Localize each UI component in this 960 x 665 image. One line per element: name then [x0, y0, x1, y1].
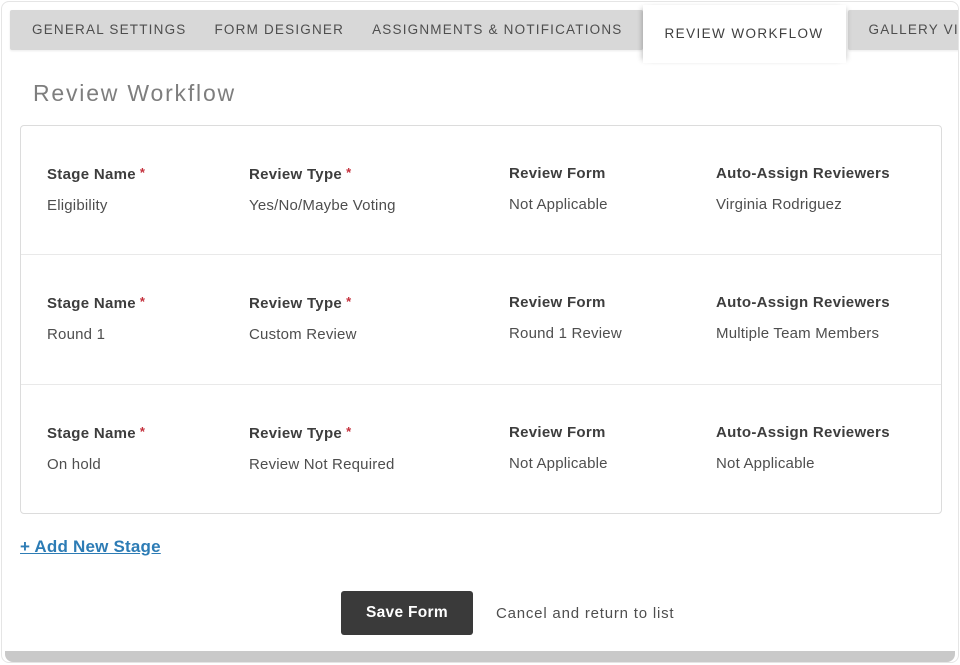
- app-window: GENERAL SETTINGS FORM DESIGNER ASSIGNMEN…: [1, 1, 959, 663]
- stage-row-2: Stage Name * Round 1 Review Type * Custom …: [21, 254, 941, 383]
- required-marker: *: [346, 294, 351, 309]
- page-title: Review Workflow: [33, 80, 236, 107]
- review-type-label: Review Type: [249, 425, 342, 442]
- tab-assignments-notifications[interactable]: ASSIGNMENTS & NOTIFICATIONS: [358, 10, 636, 50]
- auto-assign-value: Multiple Team Members: [716, 325, 931, 342]
- stage-name-field: Stage Name * On hold: [47, 424, 249, 513]
- review-type-value: Yes/No/Maybe Voting: [249, 197, 509, 214]
- auto-assign-label: Auto-Assign Reviewers: [716, 294, 931, 311]
- stage-name-label: Stage Name: [47, 295, 136, 312]
- tab-form-designer[interactable]: FORM DESIGNER: [200, 10, 358, 50]
- stage-name-label: Stage Name: [47, 425, 136, 442]
- auto-assign-field: Auto-Assign Reviewers Virginia Rodriguez: [716, 165, 931, 254]
- stage-row-3: Stage Name * On hold Review Type * Review …: [21, 384, 941, 513]
- review-form-label: Review Form: [509, 424, 716, 441]
- review-type-value: Custom Review: [249, 326, 509, 343]
- stage-name-value: On hold: [47, 456, 249, 473]
- tab-gallery-view[interactable]: GALLERY VIEW: [848, 10, 959, 50]
- required-marker: *: [346, 165, 351, 180]
- add-new-stage-link[interactable]: + Add New Stage: [20, 537, 161, 557]
- stages-panel: Stage Name * Eligibility Review Type * Yes…: [20, 125, 942, 514]
- required-marker: *: [346, 424, 351, 439]
- review-form-field: Review Form Not Applicable: [509, 165, 716, 254]
- auto-assign-field: Auto-Assign Reviewers Not Applicable: [716, 424, 931, 513]
- stage-row-1: Stage Name * Eligibility Review Type * Yes…: [21, 126, 941, 254]
- form-actions: Save Form Cancel and return to list: [341, 591, 674, 635]
- required-marker: *: [140, 424, 145, 439]
- review-form-value: Not Applicable: [509, 196, 716, 213]
- cancel-return-link[interactable]: Cancel and return to list: [496, 605, 674, 622]
- auto-assign-label: Auto-Assign Reviewers: [716, 165, 931, 182]
- review-type-field: Review Type * Custom Review: [249, 294, 509, 383]
- save-form-button[interactable]: Save Form: [341, 591, 473, 635]
- review-type-label: Review Type: [249, 166, 342, 183]
- review-form-field: Review Form Round 1 Review: [509, 294, 716, 383]
- stage-name-field: Stage Name * Eligibility: [47, 165, 249, 254]
- review-type-field: Review Type * Yes/No/Maybe Voting: [249, 165, 509, 254]
- auto-assign-label: Auto-Assign Reviewers: [716, 424, 931, 441]
- auto-assign-field: Auto-Assign Reviewers Multiple Team Memb…: [716, 294, 931, 383]
- tab-bar: GENERAL SETTINGS FORM DESIGNER ASSIGNMEN…: [10, 10, 950, 66]
- tab-group: GENERAL SETTINGS FORM DESIGNER ASSIGNMEN…: [10, 10, 643, 50]
- review-form-label: Review Form: [509, 294, 716, 311]
- review-form-label: Review Form: [509, 165, 716, 182]
- review-form-value: Round 1 Review: [509, 325, 716, 342]
- required-marker: *: [140, 294, 145, 309]
- bottom-edge-strip: [5, 651, 955, 662]
- review-form-field: Review Form Not Applicable: [509, 424, 716, 513]
- stage-name-value: Eligibility: [47, 197, 249, 214]
- auto-assign-value: Not Applicable: [716, 455, 931, 472]
- stage-name-label: Stage Name: [47, 166, 136, 183]
- review-type-value: Review Not Required: [249, 456, 509, 473]
- stage-name-value: Round 1: [47, 326, 249, 343]
- review-type-field: Review Type * Review Not Required: [249, 424, 509, 513]
- review-type-label: Review Type: [249, 295, 342, 312]
- required-marker: *: [140, 165, 145, 180]
- review-form-value: Not Applicable: [509, 455, 716, 472]
- tab-general-settings[interactable]: GENERAL SETTINGS: [18, 10, 200, 50]
- auto-assign-value: Virginia Rodriguez: [716, 196, 931, 213]
- stage-name-field: Stage Name * Round 1: [47, 294, 249, 383]
- tab-review-workflow[interactable]: REVIEW WORKFLOW: [643, 5, 846, 63]
